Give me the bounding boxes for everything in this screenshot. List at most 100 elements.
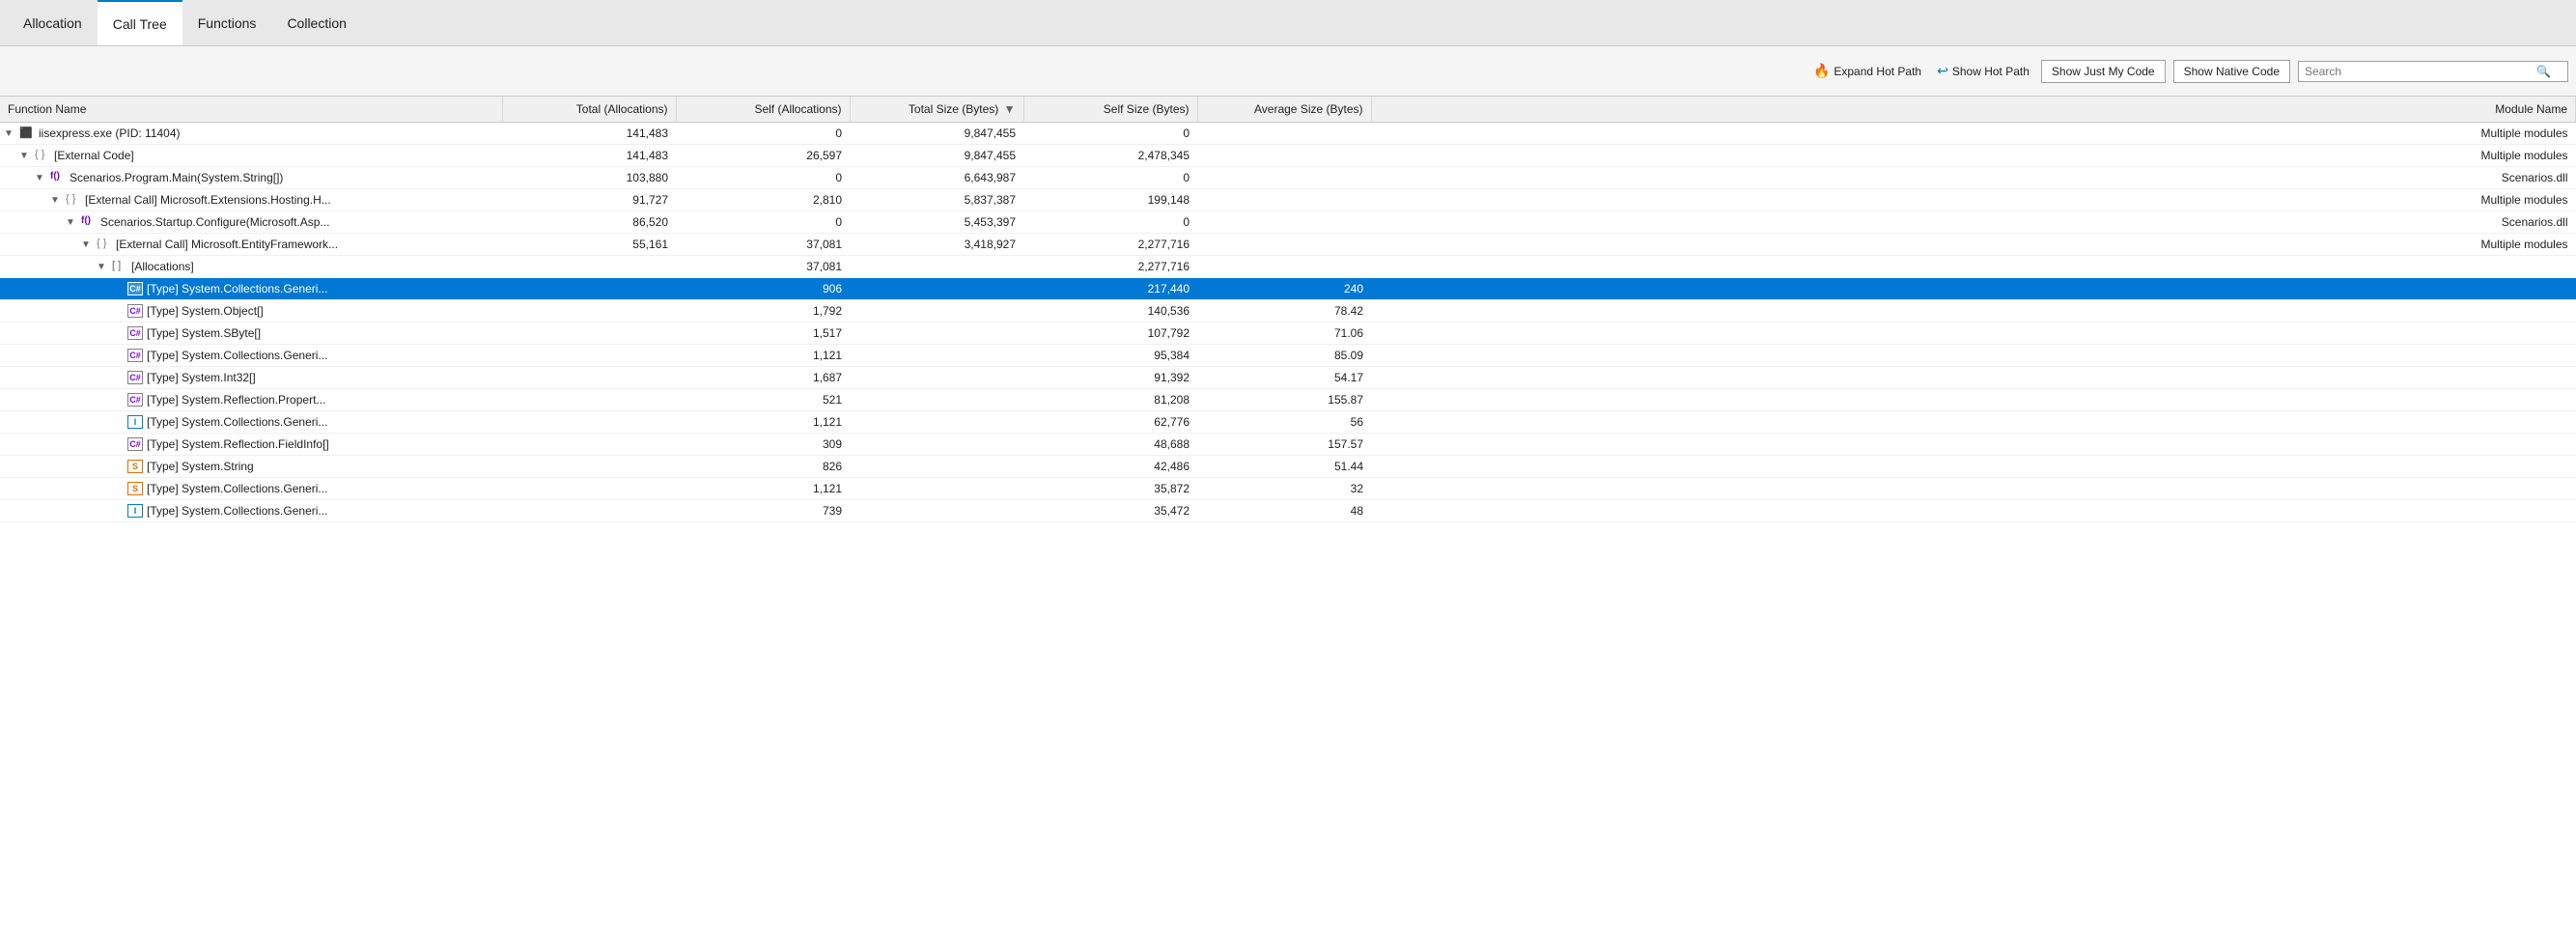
cell-avg-size: 155.87	[1197, 389, 1371, 411]
cell-self-alloc: 2,810	[676, 189, 850, 211]
cell-function-name: I [Type] System.Collections.Generi...	[0, 500, 502, 522]
cell-function-name: C# [Type] System.Object[]	[0, 300, 502, 323]
col-header-total-size[interactable]: Total Size (Bytes) ▼	[850, 97, 1023, 123]
col-header-self-alloc[interactable]: Self (Allocations)	[676, 97, 850, 123]
table-row[interactable]: ▼ [ ] [Allocations] 37,0812,277,716	[0, 256, 2576, 278]
cell-total-alloc	[502, 345, 676, 367]
cell-avg-size: 85.09	[1197, 345, 1371, 367]
table-row[interactable]: C# [Type] System.Collections.Generi... 9…	[0, 278, 2576, 300]
expand-down-icon[interactable]: ▼	[4, 128, 15, 139]
expand-hot-path-item[interactable]: 🔥 Expand Hot Path	[1809, 61, 1925, 81]
function-name-text: [Type] System.Object[]	[147, 304, 264, 318]
table-row[interactable]: I [Type] System.Collections.Generi... 73…	[0, 500, 2576, 522]
type2-icon: I	[127, 415, 143, 429]
cell-module: Scenarios.dll	[1371, 167, 2576, 189]
toolbar: 🔥 Expand Hot Path ↩ Show Hot Path Show J…	[0, 46, 2576, 97]
type2-icon: I	[127, 504, 143, 518]
table-row[interactable]: C# [Type] System.Object[] 1,792140,53678…	[0, 300, 2576, 323]
cell-self-alloc: 739	[676, 500, 850, 522]
cell-module: Multiple modules	[1371, 234, 2576, 256]
table-row[interactable]: ▼ { } [External Call] Microsoft.Extensio…	[0, 189, 2576, 211]
table-body: ▼ ⬛ iisexpress.exe (PID: 11404) 141,4830…	[0, 123, 2576, 522]
no-expand	[112, 484, 124, 494]
col-header-self-size[interactable]: Self Size (Bytes)	[1023, 97, 1197, 123]
cell-avg-size	[1197, 189, 1371, 211]
show-hot-path-label: Show Hot Path	[1952, 65, 2030, 78]
cell-avg-size: 56	[1197, 411, 1371, 434]
expand-down-icon[interactable]: ▼	[19, 151, 31, 161]
tab-collection[interactable]: Collection	[271, 0, 361, 45]
cell-self-size: 91,392	[1023, 367, 1197, 389]
type-icon: C#	[127, 304, 143, 318]
cell-total-size	[850, 300, 1023, 323]
table-row[interactable]: C# [Type] System.Reflection.Propert... 5…	[0, 389, 2576, 411]
table-row[interactable]: C# [Type] System.Int32[] 1,68791,39254.1…	[0, 367, 2576, 389]
flame-icon: 🔥	[1813, 63, 1830, 79]
cell-module	[1371, 434, 2576, 456]
cell-total-alloc	[502, 456, 676, 478]
expand-down-icon[interactable]: ▼	[35, 173, 46, 183]
cell-avg-size	[1197, 123, 1371, 145]
show-hot-path-item[interactable]: ↩ Show Hot Path	[1933, 61, 2033, 81]
col-header-function[interactable]: Function Name	[0, 97, 502, 123]
cell-module	[1371, 411, 2576, 434]
table-row[interactable]: ▼ ⬛ iisexpress.exe (PID: 11404) 141,4830…	[0, 123, 2576, 145]
cell-self-size: 62,776	[1023, 411, 1197, 434]
cell-self-size: 0	[1023, 123, 1197, 145]
table-row[interactable]: C# [Type] System.SByte[] 1,517107,79271.…	[0, 323, 2576, 345]
table-row[interactable]: ▼ f() Scenarios.Startup.Configure(Micros…	[0, 211, 2576, 234]
cell-avg-size: 71.06	[1197, 323, 1371, 345]
cell-self-size: 107,792	[1023, 323, 1197, 345]
expand-down-icon[interactable]: ▼	[66, 217, 77, 228]
show-just-my-code-button[interactable]: Show Just My Code	[2041, 60, 2166, 83]
cell-function-name: C# [Type] System.Collections.Generi...	[0, 278, 502, 300]
table-row[interactable]: C# [Type] System.Reflection.FieldInfo[] …	[0, 434, 2576, 456]
table-row[interactable]: ▼ { } [External Call] Microsoft.EntityFr…	[0, 234, 2576, 256]
no-expand	[112, 439, 124, 450]
tab-functions[interactable]: Functions	[182, 0, 272, 45]
expand-down-icon[interactable]: ▼	[50, 195, 62, 206]
tab-allocation[interactable]: Allocation	[8, 0, 98, 45]
col-header-module[interactable]: Module Name	[1371, 97, 2576, 123]
cell-function-name: ▼ f() Scenarios.Program.Main(System.Stri…	[0, 167, 502, 189]
tab-call-tree[interactable]: Call Tree	[98, 0, 182, 45]
function-name-text: Scenarios.Program.Main(System.String[])	[70, 171, 283, 184]
expand-down-icon[interactable]: ▼	[97, 262, 108, 272]
cell-function-name: C# [Type] System.Collections.Generi...	[0, 345, 502, 367]
cell-self-size: 2,478,345	[1023, 145, 1197, 167]
table-row[interactable]: ▼ { } [External Code] 141,48326,5979,847…	[0, 145, 2576, 167]
show-native-code-button[interactable]: Show Native Code	[2173, 60, 2290, 83]
function-name-text: [Type] System.Collections.Generi...	[147, 282, 327, 295]
table-row[interactable]: C# [Type] System.Collections.Generi... 1…	[0, 345, 2576, 367]
search-box[interactable]: 🔍	[2298, 61, 2568, 82]
cell-total-alloc	[502, 389, 676, 411]
cell-module: Scenarios.dll	[1371, 211, 2576, 234]
col-header-avg-size[interactable]: Average Size (Bytes)	[1197, 97, 1371, 123]
cell-function-name: S [Type] System.String	[0, 456, 502, 478]
cell-self-size: 42,486	[1023, 456, 1197, 478]
tab-bar: Allocation Call Tree Functions Collectio…	[0, 0, 2576, 46]
table-row[interactable]: S [Type] System.Collections.Generi... 1,…	[0, 478, 2576, 500]
search-input[interactable]	[2305, 65, 2536, 78]
table-row[interactable]: S [Type] System.String 82642,48651.44	[0, 456, 2576, 478]
expand-down-icon[interactable]: ▼	[81, 239, 93, 250]
ext-icon: { }	[66, 193, 81, 207]
type-icon: C#	[127, 371, 143, 384]
cell-total-alloc	[502, 478, 676, 500]
cell-self-alloc: 1,517	[676, 323, 850, 345]
col-total-alloc-label: Total (Allocations)	[576, 102, 668, 116]
col-self-size-label: Self Size (Bytes)	[1104, 102, 1190, 116]
cell-module	[1371, 500, 2576, 522]
no-expand	[112, 462, 124, 472]
no-expand	[112, 373, 124, 383]
cell-avg-size: 32	[1197, 478, 1371, 500]
cell-avg-size: 51.44	[1197, 456, 1371, 478]
table-row[interactable]: I [Type] System.Collections.Generi... 1,…	[0, 411, 2576, 434]
cell-module	[1371, 256, 2576, 278]
col-header-total-alloc[interactable]: Total (Allocations)	[502, 97, 676, 123]
type-icon: C#	[127, 437, 143, 451]
cell-self-size: 2,277,716	[1023, 234, 1197, 256]
table-row[interactable]: ▼ f() Scenarios.Program.Main(System.Stri…	[0, 167, 2576, 189]
cell-module	[1371, 300, 2576, 323]
cell-avg-size	[1197, 167, 1371, 189]
